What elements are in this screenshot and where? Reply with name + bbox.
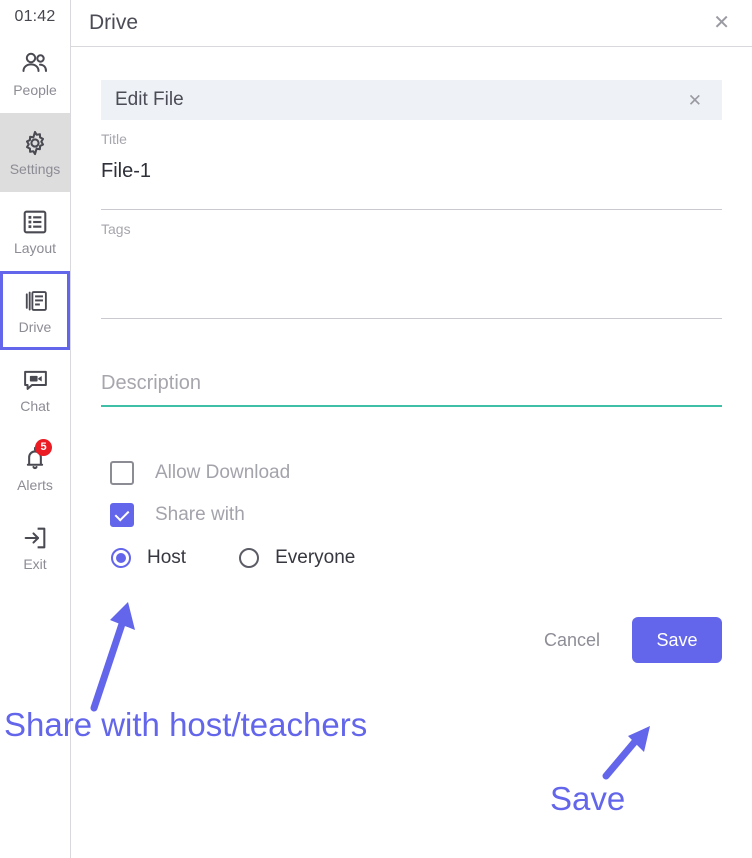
clock: 01:42	[14, 8, 56, 25]
share-scope-radio-group: Host Everyone	[101, 536, 722, 580]
title-field-label: Title	[101, 131, 127, 147]
layout-icon	[20, 207, 50, 237]
sidebar-item-chat[interactable]: Chat	[0, 350, 70, 429]
sidebar-item-label: Settings	[9, 161, 61, 177]
description-input[interactable]: Description	[101, 369, 722, 405]
page-title: Drive	[89, 11, 139, 34]
save-button[interactable]: Save	[632, 617, 722, 663]
card-close-icon[interactable]: ✕	[684, 90, 706, 111]
share-with-row[interactable]: Share with	[101, 494, 722, 536]
cancel-button[interactable]: Cancel	[528, 620, 616, 661]
alerts-badge: 5	[35, 439, 52, 456]
share-with-label: Share with	[155, 504, 245, 525]
sidebar-item-label: Chat	[20, 398, 50, 414]
edit-file-card-header: Edit File ✕	[101, 80, 722, 120]
sidebar-item-label: Layout	[13, 240, 57, 256]
sidebar-item-label: Exit	[23, 556, 47, 572]
sidebar-item-label: Drive	[18, 319, 52, 335]
exit-icon	[20, 523, 50, 553]
allow-download-label: Allow Download	[155, 462, 291, 483]
sidebar-item-label: Alerts	[17, 477, 53, 493]
options-group: Allow Download Share with Host Everyone	[101, 407, 722, 580]
title-input[interactable]: File-1	[101, 148, 722, 209]
tags-field-label: Tags	[101, 221, 131, 237]
tags-input[interactable]	[101, 238, 722, 318]
allow-download-checkbox[interactable]	[110, 461, 134, 485]
sidebar: 01:42 People Settings Layout Drive Chat …	[0, 0, 71, 858]
drive-panel-screen: 01:42 People Settings Layout Drive Chat …	[0, 0, 752, 858]
form-actions: Cancel Save	[101, 580, 722, 663]
bell-icon: 5	[20, 439, 52, 474]
edit-file-form: Edit File ✕ Title File-1 Tags Descriptio…	[71, 47, 752, 663]
card-title: Edit File	[115, 89, 184, 110]
sidebar-item-label: People	[13, 82, 57, 98]
people-icon	[20, 49, 50, 79]
drive-icon	[20, 286, 50, 316]
chat-video-icon	[20, 365, 50, 395]
tags-field[interactable]: Tags	[101, 210, 722, 319]
sidebar-item-exit[interactable]: Exit	[0, 508, 70, 587]
sidebar-item-alerts[interactable]: 5 Alerts	[0, 429, 70, 508]
panel-header: Drive ✕	[71, 0, 752, 47]
radio-everyone[interactable]	[239, 548, 260, 568]
radio-everyone-label: Everyone	[275, 547, 356, 568]
main-panel: Drive ✕ Edit File ✕ Title File-1 Tags De…	[71, 0, 752, 858]
title-field[interactable]: Title File-1	[101, 120, 722, 210]
gear-icon	[20, 128, 50, 158]
share-with-checkbox[interactable]	[110, 503, 134, 527]
sidebar-item-drive[interactable]: Drive	[0, 271, 70, 350]
allow-download-row[interactable]: Allow Download	[101, 452, 722, 494]
radio-host-label: Host	[147, 547, 187, 568]
sidebar-item-people[interactable]: People	[0, 34, 70, 113]
description-field[interactable]: Description	[101, 319, 722, 407]
sidebar-item-layout[interactable]: Layout	[0, 192, 70, 271]
radio-host[interactable]	[111, 548, 131, 568]
close-icon[interactable]: ✕	[707, 9, 736, 37]
sidebar-item-settings[interactable]: Settings	[0, 113, 70, 192]
